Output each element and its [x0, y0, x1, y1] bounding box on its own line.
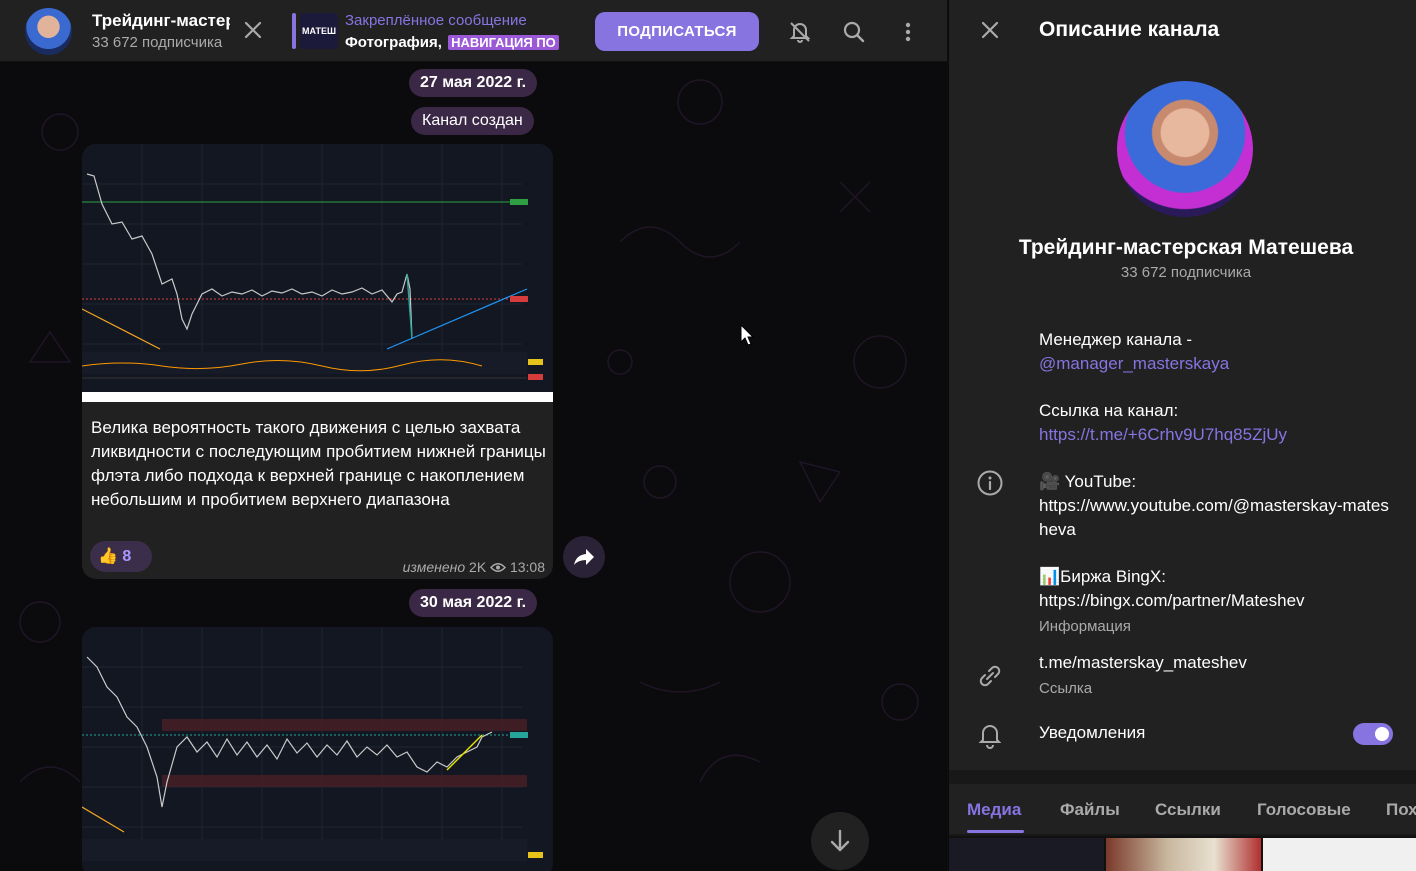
- message-bubble[interactable]: Велика вероятность такого движения с цел…: [82, 144, 553, 579]
- thumbs-up-icon: 👍: [98, 548, 118, 565]
- active-tab-indicator: [967, 830, 1024, 833]
- chat-header: Трейдинг-мастерская Матешева 33 672 подп…: [0, 0, 947, 62]
- media-thumbnail[interactable]: [1106, 838, 1261, 871]
- pinned-indicator: [292, 13, 296, 49]
- mouse-pointer-icon: [740, 323, 755, 351]
- invite-link[interactable]: https://t.me/+6Crhv9U7hq85ZjUy: [1039, 423, 1389, 447]
- notifications-label: Уведомления: [1039, 723, 1146, 742]
- close-icon[interactable]: [240, 17, 266, 43]
- tab-files[interactable]: Файлы: [1060, 800, 1120, 820]
- youtube-link[interactable]: https://www.youtube.com/@masterskay-mate…: [1039, 494, 1389, 542]
- reaction-count: 8: [122, 548, 132, 565]
- desc-invite-label: Ссылка на канал:: [1039, 401, 1179, 420]
- pinned-label[interactable]: Закреплённое сообщение: [345, 12, 527, 29]
- subscribe-button[interactable]: ПОДПИСАТЬСЯ: [595, 12, 759, 51]
- chat-area: Трейдинг-мастерская Матешева 33 672 подп…: [0, 0, 947, 871]
- info-caption: Информация: [1039, 618, 1131, 635]
- channel-description: Менеджер канала - @manager_masterskaya С…: [1039, 328, 1389, 639]
- pinned-text[interactable]: Фотография, НАВИГАЦИЯ ПО: [345, 34, 573, 51]
- username-caption: Ссылка: [1039, 680, 1093, 697]
- pinned-text-main: Фотография,: [345, 34, 442, 51]
- channel-info-top: Описание канала Трейдинг-мастерская Мате…: [949, 0, 1416, 770]
- channel-title[interactable]: Трейдинг-мастерская Матешева: [92, 11, 230, 31]
- reaction-like[interactable]: 👍 8: [90, 541, 152, 572]
- desc-youtube-label: 🎥 YouTube:: [1039, 472, 1137, 491]
- date-separator: 27 мая 2022 г.: [409, 69, 538, 97]
- channel-subscribers: 33 672 подписчика: [92, 34, 223, 51]
- message-time: 13:08: [509, 559, 545, 575]
- channel-subscribers-count: 33 672 подписчика: [1120, 264, 1252, 281]
- media-thumbnail[interactable]: [1263, 838, 1416, 871]
- view-count: 2K: [469, 559, 487, 575]
- panel-title: Описание канала: [1039, 18, 1220, 41]
- chart-image-2[interactable]: [82, 627, 553, 871]
- forward-icon[interactable]: [563, 536, 605, 578]
- pinned-thumbnail[interactable]: МАТЕШ: [300, 13, 338, 49]
- scroll-down-button[interactable]: [811, 812, 869, 870]
- message-bubble-2[interactable]: [82, 627, 553, 871]
- service-message: Канал создан: [411, 107, 534, 135]
- channel-info-panel: Описание канала Трейдинг-мастерская Мате…: [948, 0, 1416, 871]
- tab-voice[interactable]: Голосовые: [1257, 800, 1351, 820]
- search-icon[interactable]: [841, 19, 867, 45]
- desc-manager-label: Менеджер канала -: [1039, 330, 1193, 349]
- manager-link[interactable]: @manager_masterskaya: [1039, 352, 1389, 376]
- bingx-link[interactable]: https://bingx.com/partner/Mateshev: [1039, 589, 1389, 613]
- message-meta: изменено 2K 13:08: [403, 559, 545, 575]
- media-grid: [949, 836, 1416, 871]
- pinned-tag: НАВИГАЦИЯ ПО: [448, 35, 559, 50]
- tab-links[interactable]: Ссылки: [1155, 800, 1221, 820]
- desc-bingx-label: 📊Биржа BingX:: [1039, 567, 1166, 586]
- telegram-window: Трейдинг-мастерская Матешева 33 672 подп…: [0, 0, 1416, 871]
- tab-media[interactable]: Медиа: [967, 800, 1021, 820]
- message-text: Велика вероятность такого движения с цел…: [91, 418, 546, 509]
- channel-name: Трейдинг-мастерская Матешева: [1018, 236, 1354, 259]
- media-tabs: Медиа Файлы Ссылки Голосовые Пох: [949, 784, 1416, 834]
- media-thumbnail[interactable]: [949, 838, 1104, 871]
- mute-bell-icon[interactable]: [787, 19, 813, 45]
- bell-icon: [975, 720, 1005, 750]
- username-link[interactable]: t.me/masterskay_mateshev: [1039, 651, 1389, 675]
- close-panel-icon[interactable]: [977, 17, 1003, 43]
- edited-label: изменено: [402, 559, 466, 575]
- eye-icon: [490, 559, 510, 575]
- username-row[interactable]: t.me/masterskay_mateshev Ссылка: [1039, 651, 1389, 701]
- channel-avatar[interactable]: [25, 8, 72, 55]
- info-icon: [975, 468, 1005, 498]
- date-separator-2: 30 мая 2022 г.: [409, 589, 538, 617]
- notifications-toggle[interactable]: [1353, 723, 1393, 745]
- tab-more[interactable]: Пох: [1386, 800, 1416, 820]
- link-icon: [975, 661, 1005, 691]
- channel-avatar-large[interactable]: [1117, 81, 1253, 217]
- more-vertical-icon[interactable]: [895, 19, 921, 45]
- chart-image[interactable]: [82, 144, 553, 402]
